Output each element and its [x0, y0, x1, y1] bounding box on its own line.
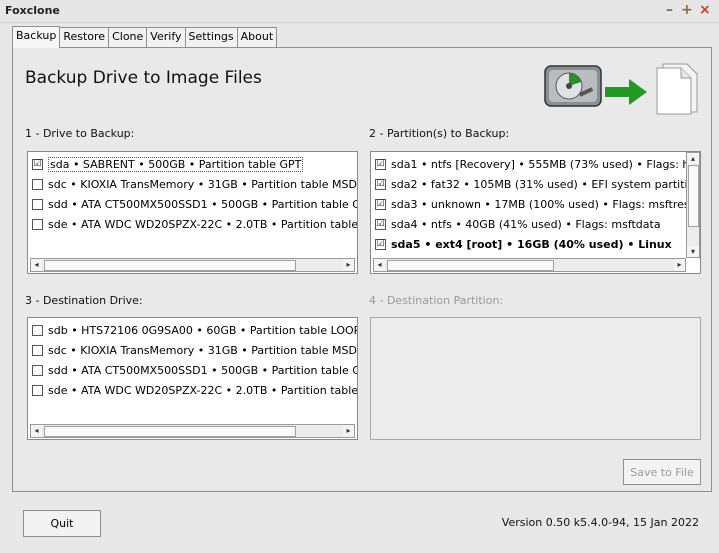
horizontal-scrollbar[interactable]: ◂ ▸: [373, 258, 686, 272]
list-item[interactable]: ☑ sda3 • unknown • 17MB (100% used) • Fl…: [375, 196, 690, 212]
scroll-left-icon[interactable]: ◂: [374, 259, 385, 271]
tab-about[interactable]: About: [236, 27, 278, 47]
vertical-scrollbar[interactable]: ▴ ▾: [686, 152, 700, 258]
scroll-left-icon[interactable]: ◂: [31, 259, 42, 271]
destination-partition-list: [370, 317, 701, 440]
list-item[interactable]: sde • ATA WDC WD20SPZX-22C • 2.0TB • Par…: [32, 382, 357, 398]
quit-button[interactable]: Quit: [23, 510, 101, 537]
drive-to-backup-list[interactable]: ☑ sda • SABRENT • 500GB • Partition tabl…: [27, 151, 358, 274]
close-button[interactable]: ×: [699, 2, 711, 18]
scroll-down-icon[interactable]: ▾: [687, 246, 699, 257]
tab-verify[interactable]: Verify: [146, 27, 186, 47]
list-item[interactable]: ☑ sda2 • fat32 • 105MB (31% used) • EFI …: [375, 176, 700, 192]
tab-bar: Backup Restore Clone Verify Settings Abo…: [12, 26, 278, 48]
title-bar: Foxclone – + ×: [0, 0, 719, 23]
list-item[interactable]: sdd • ATA CT500MX500SSD1 • 500GB • Parti…: [32, 196, 357, 212]
checkbox[interactable]: [32, 344, 43, 356]
list-item[interactable]: sdc • KIOXIA TransMemory • 31GB • Partit…: [32, 176, 357, 192]
scrollbar-thumb[interactable]: [44, 426, 296, 437]
scroll-right-icon[interactable]: ▸: [343, 259, 354, 271]
checkbox[interactable]: [32, 178, 43, 190]
window-title: Foxclone: [5, 4, 60, 17]
tab-backup[interactable]: Backup: [12, 26, 61, 48]
tab-restore[interactable]: Restore: [59, 27, 110, 47]
scroll-right-icon[interactable]: ▸: [343, 425, 354, 437]
list-item[interactable]: sdc • KIOXIA TransMemory • 31GB • Partit…: [32, 342, 357, 358]
list-item[interactable]: sde • ATA WDC WD20SPZX-22C • 2.0TB • Par…: [32, 216, 357, 232]
checkbox[interactable]: [32, 324, 43, 336]
destination-partition-label: 4 - Destination Partition:: [369, 294, 504, 307]
scrollbar-thumb[interactable]: [44, 260, 296, 271]
destination-drive-label: 3 - Destination Drive:: [25, 294, 143, 307]
checkbox-checked-icon[interactable]: ☑: [375, 198, 386, 210]
minimize-button[interactable]: –: [666, 2, 673, 18]
checkbox-checked-icon[interactable]: ☑: [375, 178, 386, 190]
list-item[interactable]: ☑ sda4 • ntfs • 40GB (41% used) • Flags:…: [375, 216, 661, 232]
checkbox[interactable]: [32, 384, 43, 396]
list-item[interactable]: sdb • HTS72106 0G9SA00 • 60GB • Partitio…: [32, 322, 357, 338]
drive-to-backup-label: 1 - Drive to Backup:: [25, 127, 135, 140]
file-icon: [656, 63, 698, 115]
tab-settings[interactable]: Settings: [184, 27, 238, 47]
scrollbar-thumb[interactable]: [387, 260, 554, 271]
page-title: Backup Drive to Image Files: [25, 68, 262, 88]
list-item[interactable]: ☑ sda5 • ext4 [root] • 16GB (40% used) •…: [375, 236, 672, 252]
destination-drive-list[interactable]: sdb • HTS72106 0G9SA00 • 60GB • Partitio…: [27, 317, 358, 440]
tab-clone[interactable]: Clone: [108, 27, 148, 47]
version-text: Version 0.50 k5.4.0-94, 15 Jan 2022: [501, 516, 699, 529]
arrow-right-icon: [605, 79, 647, 105]
list-item[interactable]: ☑ sda1 • ntfs [Recovery] • 555MB (73% us…: [375, 156, 700, 172]
checkbox-checked-icon[interactable]: ☑: [375, 218, 386, 230]
scrollbar-thumb[interactable]: [688, 165, 699, 227]
save-to-file-button[interactable]: Save to File: [623, 459, 701, 485]
checkbox[interactable]: [32, 198, 43, 210]
checkbox-checked-icon[interactable]: ☑: [375, 158, 386, 170]
checkbox-checked-icon[interactable]: ☑: [375, 238, 386, 250]
checkbox[interactable]: [32, 218, 43, 230]
maximize-button[interactable]: +: [681, 2, 693, 18]
hard-drive-icon: [544, 65, 602, 107]
checkbox[interactable]: [32, 364, 43, 376]
scroll-up-icon[interactable]: ▴: [687, 153, 699, 164]
horizontal-scrollbar[interactable]: ◂ ▸: [30, 424, 355, 438]
list-item[interactable]: ☑ sda • SABRENT • 500GB • Partition tabl…: [32, 156, 304, 172]
scroll-right-icon[interactable]: ▸: [674, 259, 685, 271]
partitions-to-backup-list[interactable]: ☑ sda1 • ntfs [Recovery] • 555MB (73% us…: [370, 151, 701, 274]
backup-panel: Backup Drive to Image Files 1 - Drive to…: [12, 47, 712, 492]
horizontal-scrollbar[interactable]: ◂ ▸: [30, 258, 355, 272]
checkbox-checked-icon[interactable]: ☑: [32, 158, 43, 170]
scroll-left-icon[interactable]: ◂: [31, 425, 42, 437]
partitions-to-backup-label: 2 - Partition(s) to Backup:: [369, 127, 510, 140]
list-item[interactable]: sdd • ATA CT500MX500SSD1 • 500GB • Parti…: [32, 362, 357, 378]
